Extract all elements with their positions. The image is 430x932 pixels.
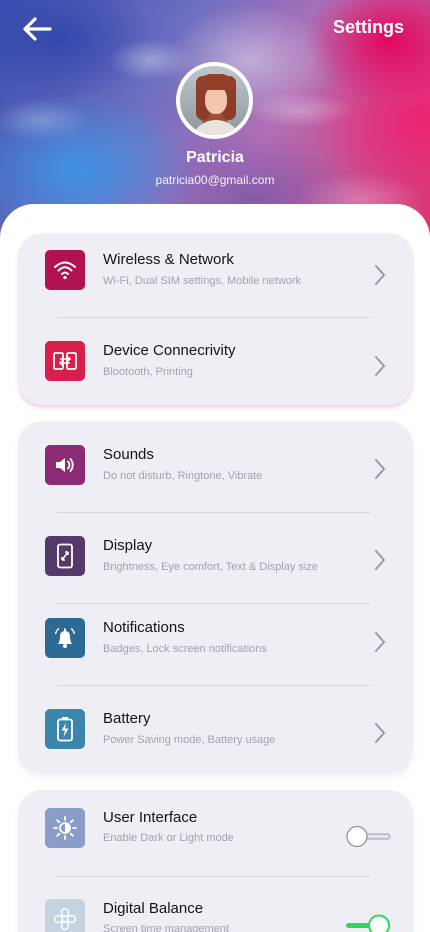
settings-item-subtitle: Do not disturb, Ringtone, Vibrate	[103, 470, 263, 482]
brightness-icon	[45, 808, 85, 848]
settings-item-notifications[interactable]: Notifications Badges, Lock screen notifi…	[18, 598, 413, 678]
chevron-right-icon	[375, 356, 386, 376]
settings-item-subtitle: Enable Dark or Light mode	[103, 832, 234, 844]
chevron-right-icon	[375, 723, 386, 743]
settings-item-subtitle: Blootooth, Printing	[103, 366, 193, 378]
settings-item-subtitle: Power Saving mode, Battery usage	[103, 734, 276, 746]
divider	[57, 685, 371, 686]
chevron-right-icon	[375, 459, 386, 479]
settings-item-subtitle: Screen time management	[103, 923, 229, 932]
settings-item-subtitle: Brightness, Eye comfort, Text & Display …	[103, 561, 318, 573]
avatar-hair-top	[198, 74, 234, 90]
settings-item-label: Digital Balance	[103, 900, 204, 917]
settings-item-sounds[interactable]: Sounds Do not disturb, Ringtone, Vibrate	[18, 425, 413, 505]
settings-item-wireless-network[interactable]: Wireless & Network Wi-Fi, Dual SIM setti…	[18, 233, 413, 313]
digital-balance-toggle[interactable]	[344, 913, 392, 932]
settings-item-subtitle: Wi-Fi, Dual SIM settings, Mobile network	[103, 275, 302, 287]
settings-item-user-interface[interactable]: User Interface Enable Dark or Light mode	[18, 790, 413, 870]
settings-group-preferences: User Interface Enable Dark or Light mode…	[18, 790, 413, 932]
settings-item-label: Notifications	[103, 619, 185, 636]
bell-icon	[45, 618, 85, 658]
connectivity-icon	[45, 341, 85, 381]
battery-icon	[45, 709, 85, 749]
settings-group-connectivity: Wireless & Network Wi-Fi, Dual SIM setti…	[18, 233, 413, 405]
settings-group-device: Sounds Do not disturb, Ringtone, Vibrate…	[18, 421, 413, 774]
settings-item-label: Battery	[103, 710, 151, 727]
settings-item-label: User Interface	[103, 809, 198, 826]
settings-item-device-connectivity[interactable]: Device Connecrivity Blootooth, Printing	[18, 324, 413, 404]
profile-email: patricia00@gmail.com	[155, 173, 275, 187]
settings-item-label: Display	[103, 537, 153, 554]
chevron-right-icon	[375, 550, 386, 570]
speaker-icon	[45, 445, 85, 485]
profile-name: Patricia	[186, 149, 244, 166]
settings-item-label: Wireless & Network	[103, 251, 234, 268]
settings-item-label: Device Connecrivity	[103, 342, 236, 359]
divider	[57, 512, 371, 513]
chevron-right-icon	[375, 265, 386, 285]
settings-item-subtitle: Badges, Lock screen notifications	[103, 643, 267, 655]
back-arrow-icon[interactable]	[22, 16, 52, 42]
page-title: Settings	[332, 17, 404, 37]
avatar-face	[205, 86, 227, 114]
settings-item-label: Sounds	[103, 446, 154, 463]
settings-item-digital-balance[interactable]: Digital Balance Screen time management	[18, 881, 413, 932]
wifi-icon	[45, 250, 85, 290]
flower-icon	[45, 899, 85, 932]
user-interface-toggle[interactable]	[344, 824, 392, 850]
settings-item-battery[interactable]: Battery Power Saving mode, Battery usage	[18, 689, 413, 769]
avatar[interactable]	[176, 62, 253, 139]
divider	[57, 317, 371, 318]
display-icon	[45, 536, 85, 576]
chevron-right-icon	[375, 632, 386, 652]
divider	[57, 876, 371, 877]
settings-item-display[interactable]: Display Brightness, Eye comfort, Text & …	[18, 516, 413, 596]
